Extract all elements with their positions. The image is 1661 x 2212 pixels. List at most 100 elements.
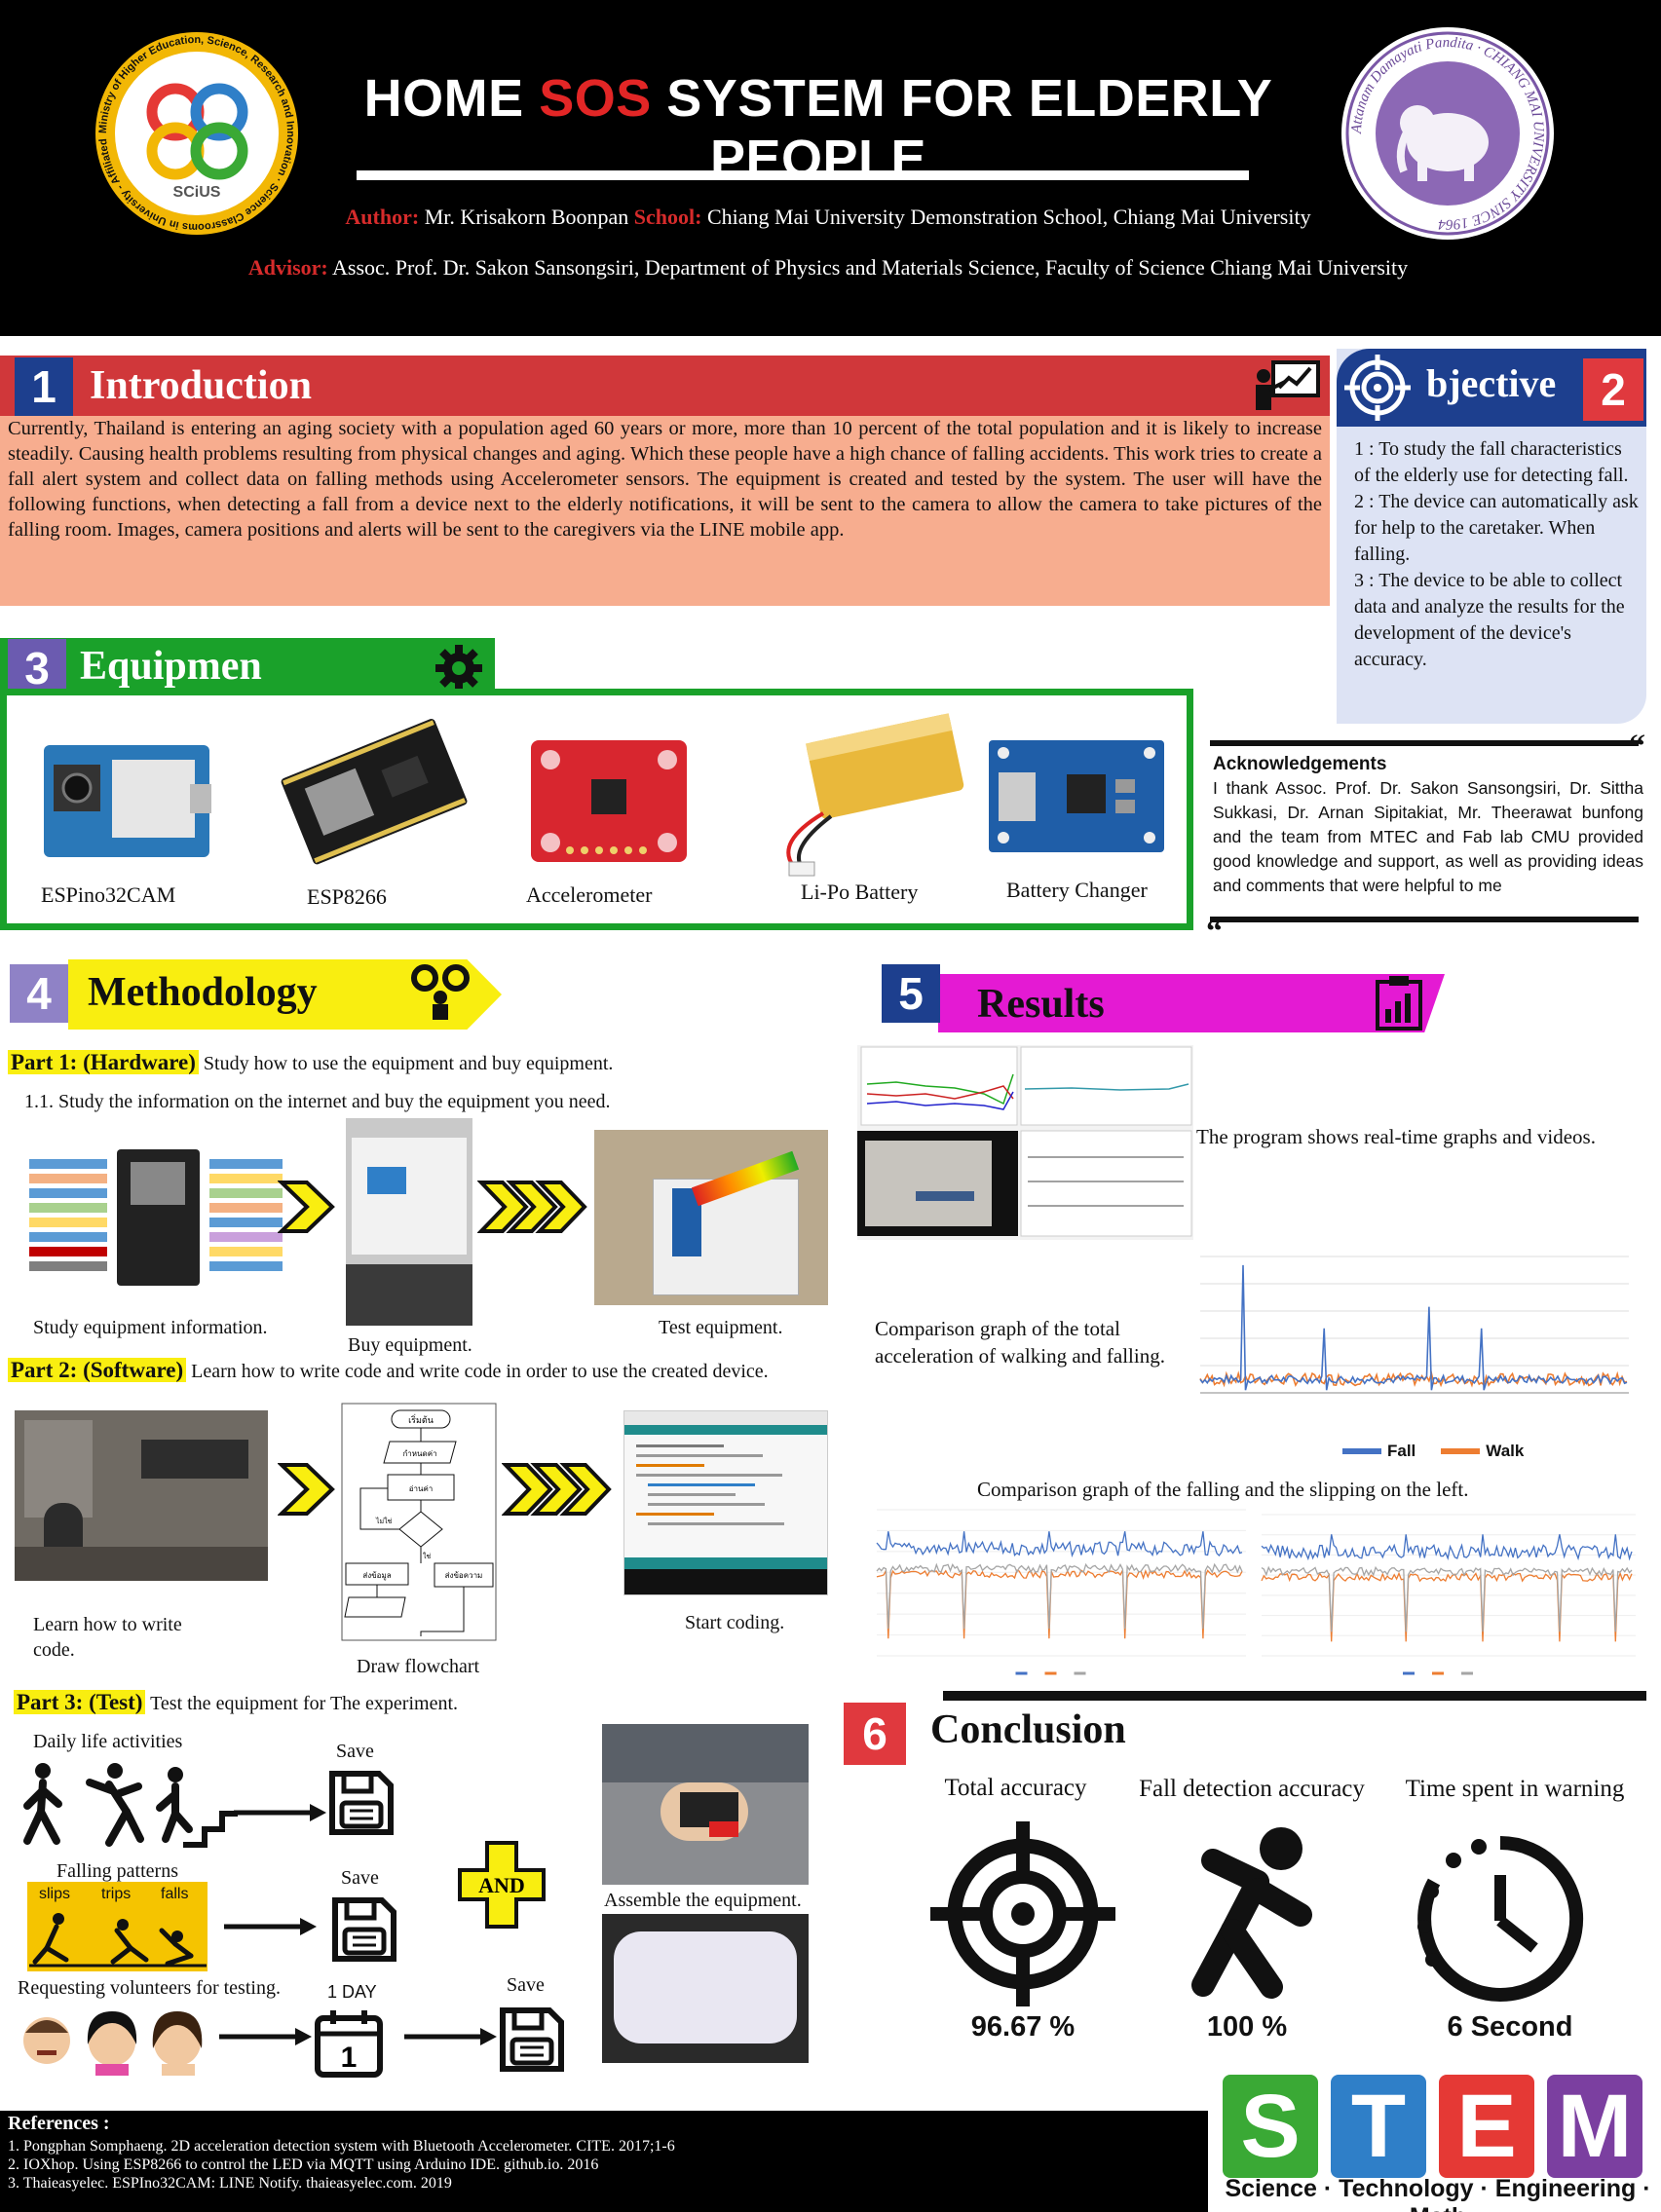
- flowchart-diagram: เริ่มต้น กำหนดค่า อ่านค่า ไม่ใช่ ใช่ ส่ง…: [341, 1403, 497, 1641]
- save-floppy-icon: [329, 1771, 394, 1835]
- volunteer-faces-icons: [23, 2011, 203, 2076]
- svg-text:ใช่: ใช่: [423, 1552, 431, 1560]
- espino32cam-image: [44, 745, 211, 857]
- conclusion-title: Conclusion: [930, 1707, 1126, 1752]
- cmu-seal: Attanam Damayati Pandita · CHIANG MAI UN…: [1341, 27, 1554, 240]
- equipment-label: Accelerometer: [526, 882, 653, 907]
- svg-text:1: 1: [341, 2042, 358, 2074]
- accelerometer-image: [531, 740, 687, 862]
- metric-value: 6 Second: [1447, 2011, 1573, 2043]
- caption: Learn how to write code.: [33, 1614, 182, 1661]
- author-line: Author: Mr. Krisakorn Boonpan School: Ch…: [345, 205, 1311, 229]
- svg-text:AND: AND: [478, 1873, 525, 1897]
- test-equipment-photo: [594, 1130, 828, 1305]
- legend-swatch: [1342, 1448, 1381, 1454]
- stem-tile-m: M: [1547, 2075, 1642, 2178]
- volunteers-label: Requesting volunteers for testing.: [18, 1977, 281, 1999]
- section-number-2: 2: [1583, 358, 1643, 421]
- realtime-program-screenshot: [857, 1045, 1193, 1240]
- part2-heading: Part 2: (Software) Learn how to write co…: [8, 1358, 769, 1383]
- caption: Buy equipment.: [348, 1334, 472, 1356]
- scius-logo-text: SCiUS: [173, 184, 221, 201]
- title-underline: [357, 170, 1249, 180]
- coding-office-photo: [15, 1410, 268, 1581]
- target-icon: [930, 1821, 1115, 2006]
- section-number-5: 5: [882, 964, 940, 1023]
- equipment-label: Li-Po Battery: [801, 880, 919, 904]
- pattern-label: trips: [101, 1886, 132, 1902]
- pinout-diagram-image: [29, 1149, 283, 1286]
- part1-sub: 1.1. Study the information on the intern…: [24, 1091, 611, 1112]
- metric-value: 100 %: [1206, 2011, 1288, 2043]
- and-plus-badge: AND: [458, 1841, 546, 1929]
- fall-slip-caption: Comparison graph of the falling and the …: [977, 1478, 1469, 1501]
- ack-top-rule: [1210, 740, 1639, 746]
- objective-list: 1 : To study the fall characteristics of…: [1354, 436, 1639, 673]
- reference-item: 2. IOXhop. Using ESP8266 to control the …: [8, 2156, 599, 2173]
- save-label: Save: [336, 1741, 374, 1762]
- ack-title: Acknowledgements: [1213, 754, 1387, 774]
- section-number-4: 4: [10, 964, 68, 1023]
- section-number-6: 6: [844, 1703, 906, 1765]
- daily-activities-label: Daily life activities: [33, 1731, 183, 1752]
- program-caption: The program shows real-time graphs and v…: [1196, 1125, 1596, 1148]
- chart-legend: Fall Walk: [1342, 1442, 1524, 1461]
- objective-title: bjective: [1426, 361, 1557, 405]
- acknowledgements: Acknowledgements I thank Assoc. Prof. Dr…: [1213, 752, 1643, 898]
- section-number-1: 1: [15, 357, 73, 416]
- arrow-right-icon: [224, 1918, 317, 1935]
- reference-item: 1. Pongphan Somphaeng. 2D acceleration d…: [8, 2138, 675, 2155]
- plot-area: [877, 1504, 1246, 1660]
- walking-falling-stairs-icons: [23, 1763, 238, 1848]
- arrow-chevron-icon: [278, 1181, 335, 1233]
- stem-tile-t: T: [1331, 2075, 1426, 2178]
- device-pouch-photo: [602, 1914, 809, 2063]
- caption: Assemble the equipment.: [604, 1890, 802, 1911]
- caption: Start coding.: [685, 1612, 785, 1633]
- pattern-label: falls: [161, 1886, 189, 1902]
- arrow-right-icon: [234, 1804, 326, 1821]
- ack-text: I thank Assoc. Prof. Dr. Sakon Sansongsi…: [1213, 778, 1643, 895]
- legend-walk: Walk: [1441, 1442, 1524, 1461]
- svg-text:ส่งข้อมูล: ส่งข้อมูล: [362, 1571, 391, 1581]
- pattern-label: slips: [39, 1886, 71, 1902]
- introduction-title: Introduction: [90, 363, 312, 408]
- lipo-battery-image: [786, 713, 964, 877]
- stem-tile-s: S: [1223, 2075, 1318, 2178]
- svg-text:ไม่ใช่: ไม่ใช่: [375, 1517, 393, 1525]
- target-icon: [1344, 355, 1411, 421]
- metric-value: 96.67 %: [970, 2011, 1076, 2043]
- svg-text:กำหนดค่า: กำหนดค่า: [402, 1449, 436, 1458]
- part3-heading: Part 3: (Test) Test the equipment for Th…: [14, 1690, 458, 1715]
- stem-tile-e: E: [1439, 2075, 1534, 2178]
- assembled-device-photo: [602, 1724, 809, 1885]
- esp8266-image: [281, 719, 468, 865]
- presentation-icon: [1256, 360, 1320, 410]
- total-accel-caption: Comparison graph of the total accelerati…: [875, 1317, 1165, 1368]
- falling-xyz-chart: [876, 1504, 1246, 1675]
- metric-label: Total accuracy: [944, 1775, 1087, 1801]
- objective-item: 2 : The device can automatically ask for…: [1354, 491, 1639, 565]
- buy-equipment-photo: [346, 1118, 472, 1326]
- gear-icon: [435, 645, 482, 692]
- report-clipboard-icon: [1376, 976, 1422, 1031]
- save-label: Save: [507, 1974, 545, 1996]
- plot-area: [1262, 1509, 1636, 1660]
- objective-item: 1 : To study the fall characteristics of…: [1354, 438, 1629, 486]
- save-floppy-icon: [500, 2007, 564, 2072]
- quote-close-icon: “: [1206, 914, 1223, 950]
- svg-text:ส่งข้อความ: ส่งข้อความ: [445, 1571, 483, 1580]
- introduction-text: Currently, Thailand is entering an aging…: [0, 416, 1330, 606]
- falling-patterns-label: Falling patterns: [57, 1860, 178, 1882]
- arduino-ide-screenshot: [623, 1410, 828, 1595]
- metric-label: Time spent in warning: [1405, 1776, 1625, 1802]
- calendar-icon: 1: [315, 2010, 383, 2078]
- timer-icon: [1417, 1836, 1584, 2002]
- objective-item: 3 : The device to be able to collect dat…: [1354, 570, 1625, 670]
- battery-charger-image: [989, 740, 1164, 852]
- arrow-right-icon: [404, 2028, 497, 2045]
- caption: Study equipment information.: [33, 1317, 268, 1338]
- total-acceleration-chart: [1199, 1255, 1629, 1394]
- arrow-triple-chevron-icon: [477, 1181, 587, 1233]
- stem-subtitle: Science · Technology · Engineering · Mat…: [1225, 2175, 1651, 2212]
